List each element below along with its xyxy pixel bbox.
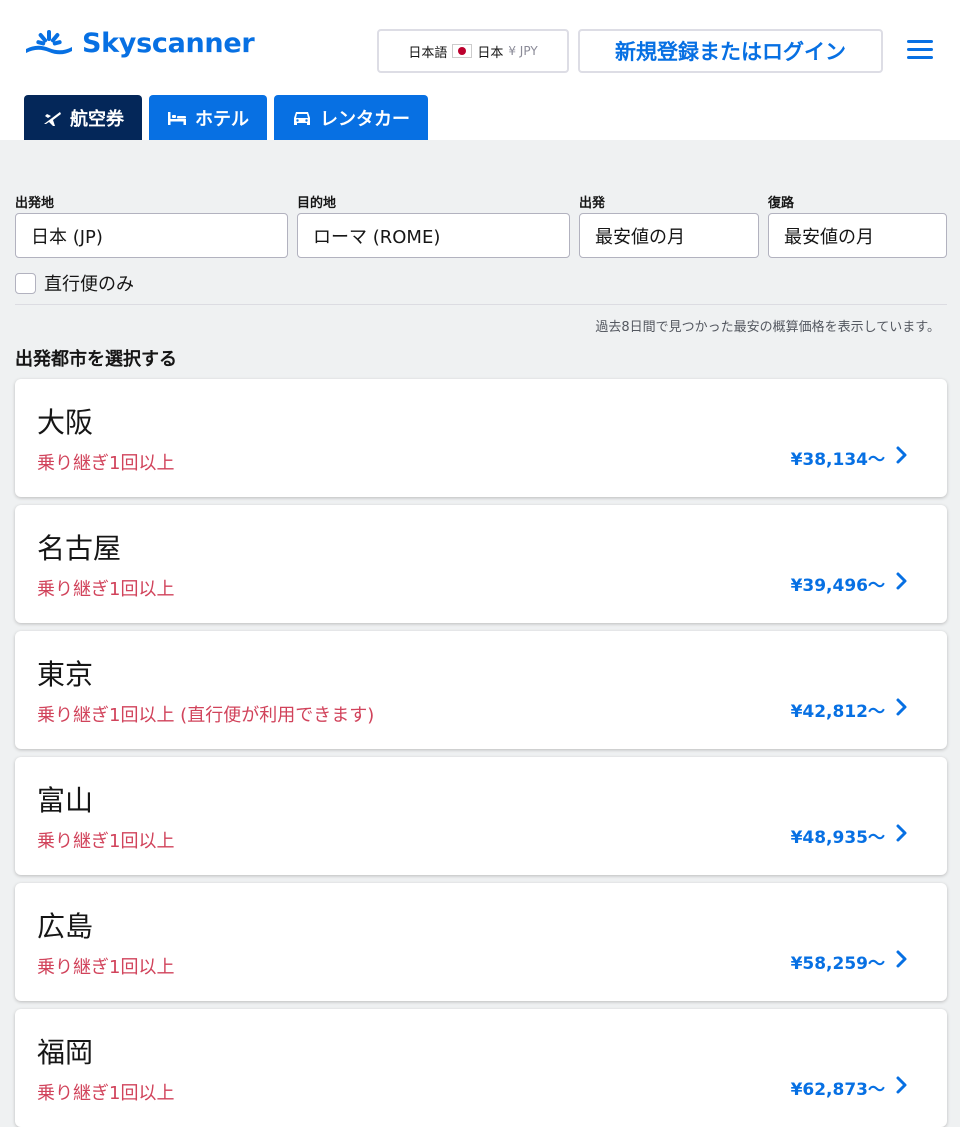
car-icon	[294, 111, 310, 125]
origin-input[interactable]: 日本 (JP)	[15, 213, 288, 258]
city-name: 広島	[37, 910, 94, 943]
locale-selector-button[interactable]: 日本語 日本 ¥ JPY	[377, 29, 569, 73]
section-title: 出発都市を選択する	[15, 349, 177, 370]
city-name: 福岡	[37, 1036, 94, 1069]
chevron-right-icon	[896, 1076, 907, 1094]
plane-icon	[44, 111, 61, 126]
depart-label: 出発	[579, 196, 606, 211]
city-name: 富山	[37, 784, 94, 817]
tab-car-hire[interactable]: レンタカー	[274, 95, 428, 140]
tab-hotels[interactable]: ホテル	[149, 95, 267, 140]
city-name: 東京	[37, 658, 94, 691]
return-date-input[interactable]: 最安値の月	[768, 213, 947, 258]
destination-label: 目的地	[297, 196, 337, 211]
hamburger-menu-icon[interactable]	[907, 40, 933, 62]
transfer-info: 乗り継ぎ1回以上	[37, 1083, 175, 1104]
product-tabs: 航空券 ホテル レンタカー	[24, 95, 428, 140]
bed-icon	[168, 111, 186, 125]
tab-label: レンタカー	[320, 108, 410, 130]
city-card-nagoya[interactable]: 名古屋 乗り継ぎ1回以上 ¥39,496〜	[15, 505, 947, 623]
chevron-right-icon	[896, 446, 907, 464]
tab-label: 航空券	[70, 108, 124, 130]
logo-text: Skyscanner	[82, 28, 255, 59]
transfer-info: 乗り継ぎ1回以上	[37, 957, 175, 978]
price: ¥48,935〜	[790, 828, 885, 848]
city-name: 名古屋	[37, 532, 122, 565]
language-label: 日本語	[408, 45, 448, 61]
tab-flights[interactable]: 航空券	[24, 95, 142, 140]
sunrise-logo-icon	[26, 29, 72, 54]
depart-date-input[interactable]: 最安値の月	[579, 213, 759, 258]
direct-only-checkbox[interactable]	[15, 272, 36, 294]
chevron-right-icon	[896, 698, 907, 716]
return-label: 復路	[768, 196, 795, 211]
chevron-right-icon	[896, 572, 907, 590]
direct-only-label: 直行便のみ	[44, 274, 134, 295]
price: ¥39,496〜	[790, 576, 885, 596]
city-card-tokyo[interactable]: 東京 乗り継ぎ1回以上 (直行便が利用できます) ¥42,812〜	[15, 631, 947, 749]
transfer-info: 乗り継ぎ1回以上 (直行便が利用できます)	[37, 705, 375, 726]
city-card-fukuoka[interactable]: 福岡 乗り継ぎ1回以上 ¥62,873〜	[15, 1009, 947, 1127]
price: ¥38,134〜	[790, 450, 885, 470]
price: ¥58,259〜	[790, 954, 885, 974]
price: ¥62,873〜	[790, 1080, 885, 1100]
city-card-hiroshima[interactable]: 広島 乗り継ぎ1回以上 ¥58,259〜	[15, 883, 947, 1001]
transfer-info: 乗り継ぎ1回以上	[37, 453, 175, 474]
country-label: 日本	[477, 45, 504, 61]
destination-input[interactable]: ローマ (ROME)	[297, 213, 570, 258]
chevron-right-icon	[896, 950, 907, 968]
chevron-right-icon	[896, 824, 907, 842]
city-name: 大阪	[37, 406, 94, 439]
city-card-toyama[interactable]: 富山 乗り継ぎ1回以上 ¥48,935〜	[15, 757, 947, 875]
direct-only-option[interactable]: 直行便のみ	[15, 270, 134, 296]
currency-label: ¥ JPY	[508, 44, 538, 58]
tab-label: ホテル	[195, 108, 249, 130]
city-card-osaka[interactable]: 大阪 乗り継ぎ1回以上 ¥38,134〜	[15, 379, 947, 497]
japan-flag-icon	[452, 44, 473, 58]
origin-label: 出発地	[15, 196, 55, 211]
price-note: 過去8日間で見つかった最安の概算価格を表示しています。	[595, 320, 940, 335]
transfer-info: 乗り継ぎ1回以上	[37, 831, 175, 852]
price: ¥42,812〜	[790, 702, 885, 722]
skyscanner-logo[interactable]: Skyscanner	[24, 28, 255, 59]
divider	[15, 304, 947, 305]
transfer-info: 乗り継ぎ1回以上	[37, 579, 175, 600]
site-header: Skyscanner 日本語 日本 ¥ JPY 新規登録またはログイン 航空券	[0, 0, 960, 140]
login-button[interactable]: 新規登録またはログイン	[578, 29, 883, 73]
